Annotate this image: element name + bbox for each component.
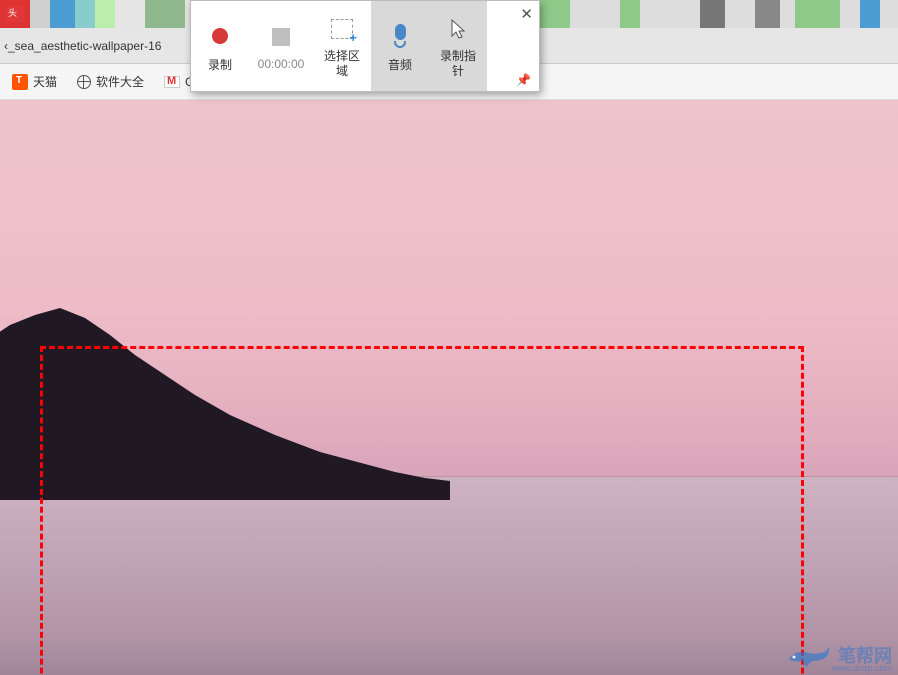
audio-button[interactable]: 音频	[371, 1, 429, 91]
select-area-button[interactable]: 选择区 域	[313, 1, 371, 91]
bookmark-label: 天猫	[33, 73, 57, 90]
watermark-url: www.dnzp.com	[831, 663, 892, 673]
gmail-icon	[164, 76, 180, 88]
tab-title[interactable]: ‹_sea_aesthetic-wallpaper-16	[4, 39, 161, 53]
desktop-content: 笔帮网 www.dnzp.com	[0, 100, 898, 675]
screen-recorder-toolbar[interactable]: ✕ 录制 00:00:00 选择区 域 音频	[190, 0, 540, 92]
water-area	[0, 477, 898, 675]
record-pointer-button[interactable]: 录制指 针	[429, 1, 487, 91]
bookmark-label: 软件大全	[96, 73, 144, 90]
mountain-silhouette	[0, 300, 450, 500]
globe-icon	[77, 75, 91, 89]
record-label: 录制	[208, 56, 232, 73]
record-icon	[204, 20, 236, 52]
timer-text: 00:00:00	[258, 57, 305, 71]
cursor-icon	[442, 13, 474, 45]
stop-icon	[265, 21, 297, 53]
app-icon	[6, 6, 24, 22]
close-icon[interactable]: ✕	[520, 5, 533, 23]
pin-icon[interactable]: 📌	[516, 73, 531, 87]
bookmark-software[interactable]: 软件大全	[77, 73, 144, 90]
tmall-icon	[12, 74, 28, 90]
timer-display: 00:00:00	[249, 1, 313, 91]
microphone-icon	[384, 20, 416, 52]
recorder-row: 录制 00:00:00 选择区 域 音频 录制指 针	[191, 1, 539, 91]
bookmark-tmall[interactable]: 天猫	[12, 73, 57, 90]
select-area-label: 选择区 域	[324, 49, 360, 79]
selection-icon	[326, 13, 358, 45]
pointer-label: 录制指 针	[440, 49, 476, 79]
audio-label: 音频	[388, 56, 412, 73]
record-button[interactable]: 录制	[191, 1, 249, 91]
shark-icon	[784, 641, 834, 669]
